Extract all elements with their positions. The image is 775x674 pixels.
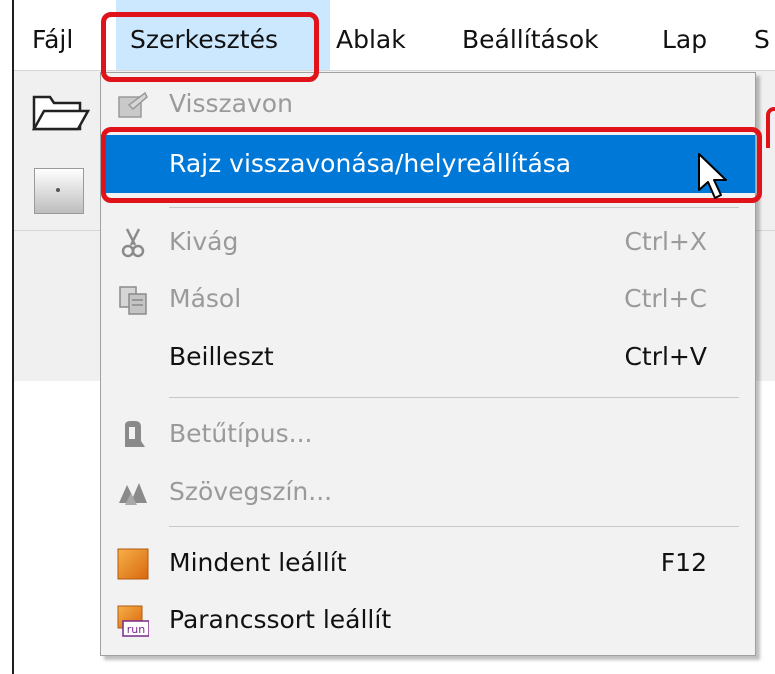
font-icon [125,421,145,447]
menu-file[interactable]: Fájl [32,0,73,70]
menu-page[interactable]: Lap [662,0,707,70]
menu-item-label: Parancssort leállít [169,605,392,634]
menu-item-shortcut: Ctrl+X [624,227,707,256]
stop-command-icon: run [117,605,149,637]
open-folder-button[interactable] [30,85,91,137]
scissors-icon [121,228,145,258]
menu-item-label: Szövegszín... [169,477,333,506]
menu-item-label: Másol [169,284,242,313]
menu-separator [169,207,739,208]
undo-icon [118,91,148,118]
menu-item-label: Mindent leállít [169,548,347,577]
menu-more[interactable]: S [754,0,770,70]
menu-item-shortcut: F12 [660,548,707,577]
menu-item-label: Beilleszt [169,342,274,371]
edit-dropdown-menu: Visszavon Rajz visszavonása/helyreállítá… [100,72,756,656]
menu-item-label: Betűtípus... [169,419,313,448]
run-label: run [127,623,145,636]
menu-item-font: Betűtípus... [101,405,755,463]
menu-separator [169,397,739,398]
menu-item-cut: Kivág Ctrl+X [101,213,755,271]
menu-bar: Fájl Szerkesztés Ablak Beállítások Lap S [14,0,775,70]
menu-item-label: Kivág [169,227,239,256]
menu-item-undo: Visszavon [101,75,755,133]
stop-all-icon [117,548,149,580]
menu-item-stop-all[interactable]: Mindent leállít F12 [101,534,755,592]
folder-icon [31,95,91,131]
swatch-dot [56,188,60,192]
menu-separator [169,526,739,527]
menu-item-text-color: Szövegszín... [101,463,755,521]
menu-edit[interactable]: Szerkesztés [116,0,330,70]
menu-item-label: Rajz visszavonása/helyreállítása [169,149,572,178]
text-color-icon [119,483,147,505]
copy-icon [119,286,147,315]
menu-item-shortcut: Ctrl+C [624,284,707,313]
menu-item-label: Visszavon [169,89,293,118]
menu-item-undo-redo-drawing[interactable]: Rajz visszavonása/helyreállítása [101,135,755,193]
menu-item-copy: Másol Ctrl+C [101,270,755,328]
menu-window[interactable]: Ablak [336,0,406,70]
menu-item-paste[interactable]: Beilleszt Ctrl+V [101,328,755,386]
mouse-cursor-icon [698,153,727,199]
color-swatch-button[interactable] [34,168,84,214]
menu-item-shortcut: Ctrl+V [624,342,707,371]
menu-settings[interactable]: Beállítások [462,0,599,70]
menu-item-stop-command[interactable]: run Parancssort leállít [101,591,755,649]
